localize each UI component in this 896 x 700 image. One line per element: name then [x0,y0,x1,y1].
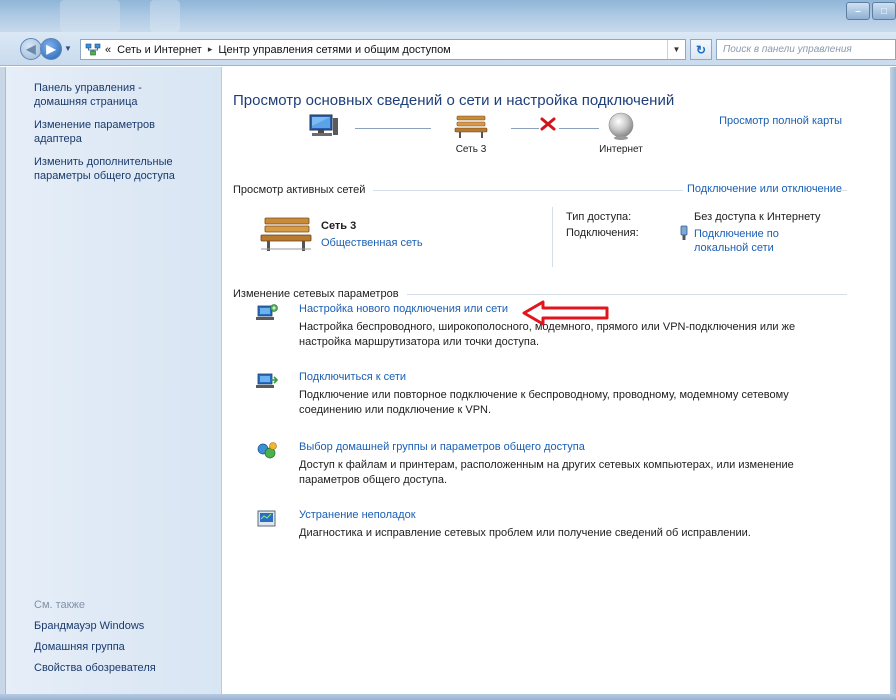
main-content: Просмотр основных сведений о сети и наст… [223,67,890,694]
see-also-title: См. также [34,599,85,611]
lan-connection-icon [678,225,690,244]
connect-network-icon[interactable] [255,371,279,391]
see-also-homegroup[interactable]: Домашняя группа [34,641,214,653]
bench-icon [260,217,312,251]
forward-button[interactable]: ▶ [40,38,62,60]
back-button[interactable]: ◀ [20,38,42,60]
task-link-new-connection[interactable]: Настройка нового подключения или сети [299,303,508,315]
connection-line [355,128,431,129]
task-desc-homegroup: Доступ к файлам и принтерам, расположенн… [299,459,794,486]
globe-icon [608,112,634,140]
network-node[interactable]: Сеть 3 [443,113,499,155]
maximize-button[interactable]: □ [872,2,896,20]
see-also-internet-options[interactable]: Свойства обозревателя [34,662,214,674]
minimize-button[interactable]: – [846,2,870,20]
refresh-button[interactable]: ↻ [690,39,712,60]
task-desc-troubleshoot: Диагностика и исправление сетевых пробле… [299,527,751,539]
bench-icon [454,115,488,138]
left-frame-edge [0,67,6,694]
change-settings-title: Изменение сетевых параметров [233,288,399,300]
sidebar-links: Панель управления - домашняя страница Из… [34,81,214,192]
active-networks-title: Просмотр активных сетей [233,184,366,196]
see-also-firewall[interactable]: Брандмауэр Windows [34,620,214,632]
computer-node[interactable] [303,113,343,144]
sidebar-link-adapter-settings[interactable]: Изменение параметров адаптера [34,118,184,146]
internet-label: Интернет [599,144,643,155]
view-full-map-link[interactable]: Просмотр полной карты [719,115,842,127]
new-connection-icon[interactable] [255,303,279,323]
search-input[interactable]: Поиск в панели управления [716,39,896,60]
troubleshoot-icon[interactable] [255,509,279,529]
connect-disconnect-link[interactable]: Подключение или отключение [682,183,842,195]
task-link-connect-network[interactable]: Подключиться к сети [299,371,406,383]
sidebar-link-advanced-sharing[interactable]: Изменить дополнительные параметры общего… [34,155,204,183]
breadcrumb-separator[interactable]: ▸ [208,44,213,55]
breadcrumb-network-internet[interactable]: Сеть и Интернет [117,44,202,56]
recent-pages-dropdown[interactable]: ▼ [64,44,72,53]
disconnected-x-icon [539,117,557,134]
connections-label: Подключения: [566,227,639,239]
task-link-homegroup[interactable]: Выбор домашней группы и параметров общег… [299,441,585,453]
network-map-label: Сеть 3 [455,144,487,155]
vertical-divider [552,207,553,267]
connection-line [511,128,539,129]
task-link-troubleshoot[interactable]: Устранение неполадок [299,509,416,521]
sidebar-link-control-panel-home[interactable]: Панель управления - домашняя страница [34,81,174,109]
right-frame-edge [890,67,896,700]
annotation-arrow [522,300,609,326]
internet-node[interactable]: Интернет [591,111,651,155]
active-network-name: Сеть 3 [321,220,357,232]
access-type-value: Без доступа к Интернету [694,211,821,223]
access-type-label: Тип доступа: [566,211,632,223]
window-controls: – □ [844,2,896,20]
navigation-bar: ◀ ▶ ▼ « Сеть и Интернет ▸ Центр управлен… [0,32,896,66]
task-desc-connect-network: Подключение или повторное подключение к … [299,389,789,416]
glass-reflection [60,0,120,32]
glass-reflection [150,0,180,32]
breadcrumb-network-center[interactable]: Центр управления сетями и общим доступом [218,44,450,56]
chevron-down-icon[interactable]: ▼ [667,40,685,59]
network-icon [85,43,101,57]
sidebar: Панель управления - домашняя страница Из… [0,67,222,694]
bottom-frame-edge [0,694,896,700]
window-title-bar: – □ [0,0,896,32]
network-type-link[interactable]: Общественная сеть [321,237,423,249]
computer-icon [309,114,338,136]
address-overflow-chevron[interactable]: « [105,44,111,56]
section-divider [406,293,847,295]
page-title: Просмотр основных сведений о сети и наст… [233,92,675,109]
lan-connection-link[interactable]: Подключение по локальной сети [694,227,804,255]
see-also-section: См. также Брандмауэр Windows Домашняя гр… [34,599,214,683]
address-bar[interactable]: « Сеть и Интернет ▸ Центр управления сет… [80,39,686,60]
homegroup-icon[interactable] [255,441,279,461]
